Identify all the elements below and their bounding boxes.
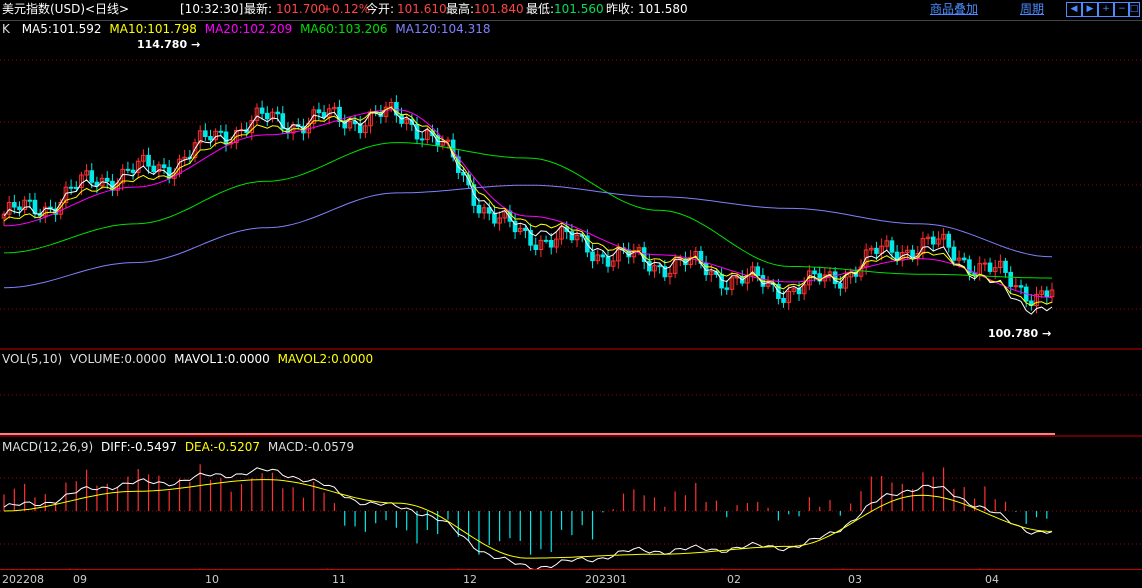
low-marker-value: 100.780 (988, 327, 1039, 340)
candle (1008, 271, 1013, 287)
candle (982, 262, 988, 265)
x-axis: 202208 09 10 11 12 202301 02 03 04 (0, 569, 1142, 588)
candle (419, 138, 425, 141)
candle (259, 107, 265, 114)
candle (1013, 285, 1019, 288)
candle (548, 239, 554, 248)
candle (781, 297, 786, 303)
high-marker: 114.780 → (137, 38, 201, 51)
ma5-line (3, 106, 1053, 315)
candle (946, 233, 952, 248)
x-label: 02 (727, 573, 741, 586)
x-label: 10 (205, 573, 219, 586)
candle (104, 177, 110, 182)
x-label: 202208 (2, 573, 44, 586)
candle (812, 270, 817, 275)
candle (543, 239, 549, 242)
candle (151, 165, 157, 173)
candle (89, 170, 95, 183)
candle (146, 154, 151, 167)
candle (321, 112, 327, 118)
candle (275, 111, 280, 115)
candle (719, 273, 724, 289)
candle (838, 283, 843, 289)
candle (130, 169, 136, 173)
candle (125, 168, 131, 171)
x-label: 11 (332, 573, 346, 586)
candle (523, 227, 528, 232)
candle (889, 240, 895, 253)
high-marker-value: 114.780 (137, 38, 188, 51)
candle (12, 202, 17, 208)
candle (987, 262, 993, 272)
candle (600, 254, 606, 258)
candle (533, 244, 539, 250)
ma10-line (3, 106, 1053, 306)
candle (223, 131, 229, 145)
x-label: 09 (73, 573, 87, 586)
candle (1018, 285, 1024, 288)
ma20-line (3, 109, 1053, 298)
candle (17, 206, 22, 211)
candle (755, 266, 761, 277)
candle (264, 112, 270, 120)
x-label: 03 (848, 573, 862, 586)
candle (951, 246, 957, 261)
candle (724, 287, 730, 290)
candle (590, 251, 595, 262)
low-marker: 100.780 → (988, 327, 1052, 340)
kline-chart[interactable] (0, 0, 1142, 570)
candle (1003, 260, 1008, 273)
candle (1044, 290, 1050, 298)
diff-line (3, 467, 1053, 570)
candle (930, 236, 936, 245)
candle (647, 260, 652, 272)
candle (218, 130, 224, 133)
x-label: 202301 (585, 573, 627, 586)
candle (316, 109, 322, 114)
candle (27, 199, 33, 202)
candle (203, 130, 208, 138)
candle (874, 247, 879, 254)
candle (161, 164, 167, 169)
candle (73, 186, 79, 189)
candle (68, 186, 74, 189)
candle (208, 136, 213, 141)
candle (414, 123, 420, 140)
ma120-line (3, 184, 1053, 289)
candle (657, 265, 662, 268)
x-label: 12 (463, 573, 477, 586)
x-label: 04 (985, 573, 999, 586)
ma60-line (3, 142, 1053, 279)
candle (605, 256, 611, 267)
candle (961, 257, 967, 261)
candle (476, 204, 482, 214)
candle (492, 212, 497, 224)
dea-line (3, 479, 1053, 559)
